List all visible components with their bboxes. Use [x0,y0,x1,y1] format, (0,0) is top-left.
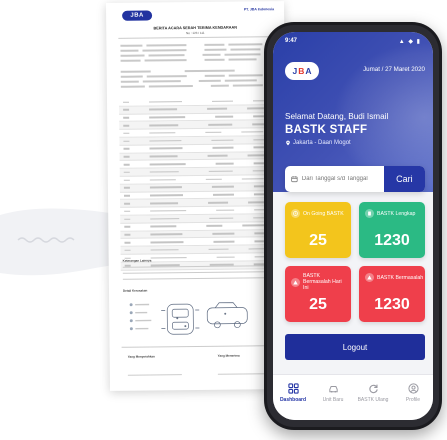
document-meta-block [120,41,270,89]
document-logo: JBA [122,10,153,21]
signature-line [127,374,182,376]
header-date: Jumat / 27 Maret 2020 [363,66,425,73]
logout-button[interactable]: Logout [285,334,425,360]
stat-card-problem[interactable]: BASTK Bermasalah 1230 [359,266,425,322]
document-icon [365,209,374,218]
car-damage-diagram [129,302,248,335]
stat-card-value: 25 [309,296,327,313]
nav-bastk-ulang[interactable]: BASTK Ulang [355,383,391,403]
location-pin-icon [286,140,290,146]
search-button[interactable]: Cari [383,166,425,192]
inspection-table [118,97,273,271]
calendar-icon[interactable] [291,175,298,183]
stat-card-label: BASTK Bermasalah [377,274,424,281]
user-role: BASTK STAFF [285,124,368,136]
grid-icon [287,383,299,394]
stat-card-label: BASTK Bermasalah Hari Ini [303,273,342,291]
phone-mockup: 9:47 ▲ ◆ ▮ JBA Jumat / 27 Maret 2020 Sel… [264,22,442,430]
stat-card-complete[interactable]: BASTK Lengkap 1230 [359,202,425,258]
status-bar: 9:47 ▲ ◆ ▮ [285,36,421,46]
stat-card-value: 1230 [374,296,410,313]
nav-profile[interactable]: Profile [395,383,431,403]
divider [118,36,273,39]
remarks-line [122,277,273,280]
nav-dashboard[interactable]: Dashboard [275,383,311,403]
bottom-navigation: Dashboard Unit Baru BASTK Ulang Profile [273,374,433,420]
divider [121,345,276,348]
welcome-text: Selamat Datang, Budi Ismail [285,112,389,121]
stat-card-ongoing[interactable]: On Going BASTK 25 [285,202,351,258]
date-range-input[interactable] [297,176,384,182]
user-location: Jakarta - Daan Mogot [285,140,351,146]
status-icons: ▲ ◆ ▮ [398,38,421,45]
warning-icon [291,277,300,287]
document-company-header: PT. JBA Indonesia [243,7,275,12]
stat-card-label: On Going BASTK [303,210,344,217]
bastk-document: JBA PT. JBA Indonesia BERITA ACARA SERAH… [105,1,289,391]
document-number: No : 123 / 111 [186,30,205,36]
refresh-icon [368,384,378,394]
warning-icon [365,273,374,282]
user-icon [407,383,419,394]
remarks-label: Keterangan Lainnya [122,258,152,263]
car-icon [328,385,338,393]
status-time: 9:47 [285,38,298,44]
app-screen: 9:47 ▲ ◆ ▮ JBA Jumat / 27 Maret 2020 Sel… [273,32,433,420]
remarks-line [122,271,273,274]
sign-right-label: Yang Menerima [217,353,240,358]
nav-unit-baru[interactable]: Unit Baru [315,383,351,403]
damage-label: Detail Kerusakan [122,288,148,293]
stat-card-value: 1230 [374,232,410,249]
app-logo: JBA [285,62,319,80]
date-range-search: Cari [285,166,425,192]
stat-card-label: BASTK Lengkap [377,210,416,217]
clock-icon [291,209,300,218]
stat-card-value: 25 [309,232,327,249]
stat-card-problem-today[interactable]: BASTK Bermasalah Hari Ini 25 [285,266,351,322]
sign-left-label: Yang Menyerahkan [127,354,155,359]
